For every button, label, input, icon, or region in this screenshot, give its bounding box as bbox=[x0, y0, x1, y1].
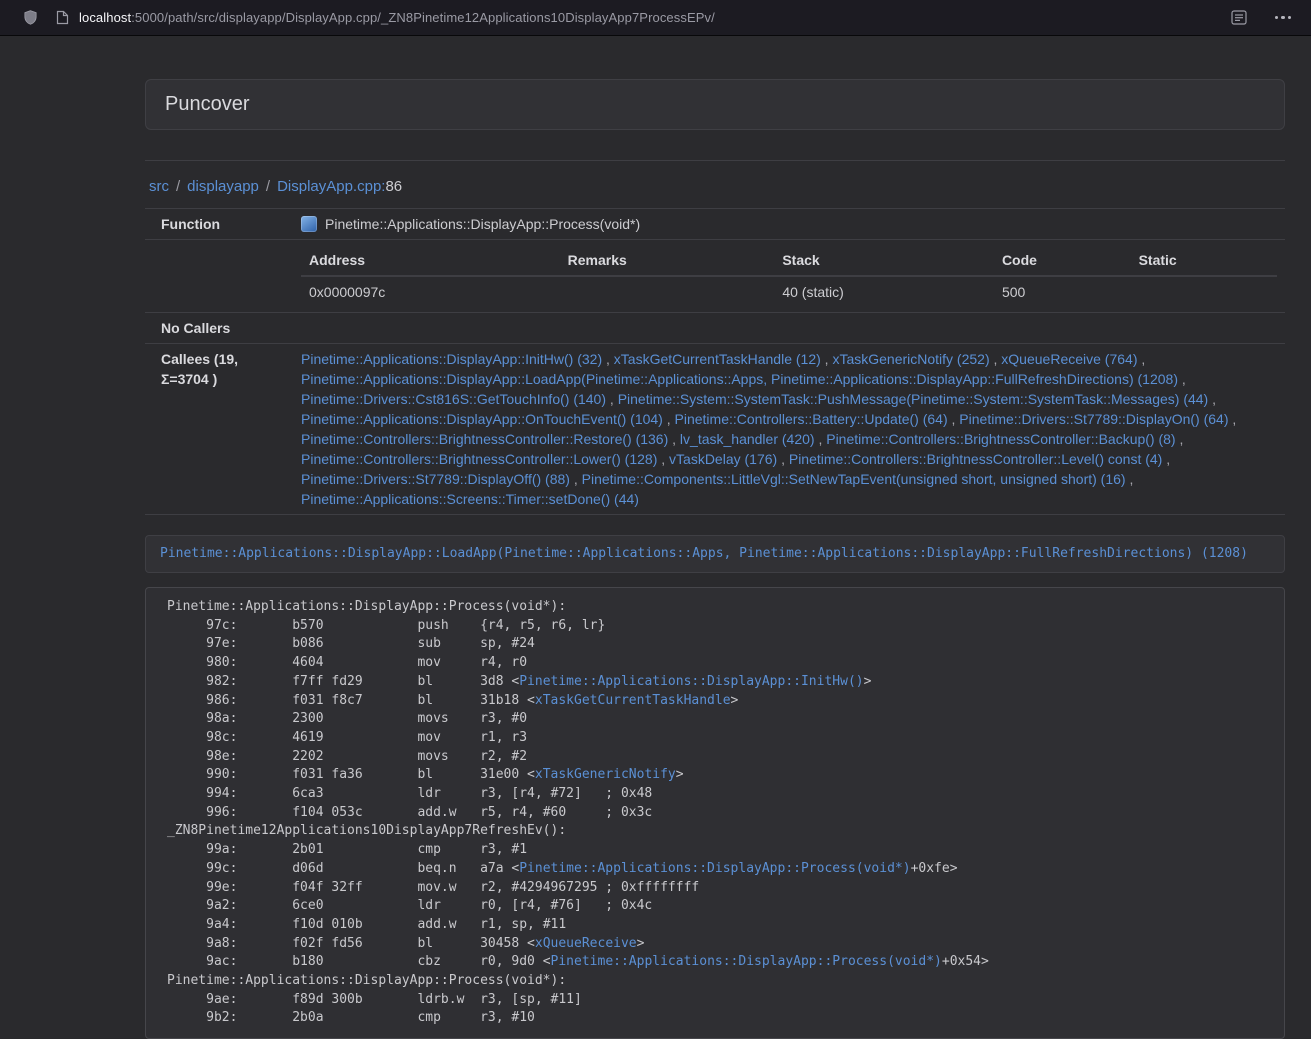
stats-row: Address Remarks Stack Code Static 0x0000… bbox=[145, 240, 1285, 313]
method-icon bbox=[301, 216, 317, 232]
callee-link[interactable]: Pinetime::Drivers::Cst816S::GetTouchInfo… bbox=[301, 391, 606, 407]
callee-separator: , bbox=[663, 411, 675, 427]
chrome-actions bbox=[1231, 10, 1296, 25]
stats-header-row: Address Remarks Stack Code Static bbox=[301, 245, 1277, 276]
callee-link[interactable]: Pinetime::Applications::Screens::Timer::… bbox=[301, 491, 639, 507]
url-bar[interactable]: localhost:5000/path/src/displayapp/Displ… bbox=[56, 10, 1215, 25]
callees-row: Callees (19, Σ=3704 ) Pinetime::Applicat… bbox=[145, 344, 1285, 515]
callee-separator: , bbox=[668, 431, 680, 447]
stats-code-value: 500 bbox=[994, 276, 1131, 307]
callee-link[interactable]: Pinetime::Controllers::BrightnessControl… bbox=[826, 431, 1175, 447]
stats-value-row: 0x0000097c 40 (static) 500 bbox=[301, 276, 1277, 307]
function-name: Pinetime::Applications::DisplayApp::Proc… bbox=[325, 214, 640, 234]
callee-link[interactable]: Pinetime::Controllers::Battery::Update()… bbox=[675, 411, 948, 427]
browser-chrome: localhost:5000/path/src/displayapp/Displ… bbox=[0, 0, 1311, 36]
disassembly-code: Pinetime::Applications::DisplayApp::Proc… bbox=[145, 587, 1285, 1039]
page-icon bbox=[56, 10, 69, 25]
callee-separator: , bbox=[657, 451, 669, 467]
function-table: Function Pinetime::Applications::Display… bbox=[145, 208, 1285, 515]
stats-address-value: 0x0000097c bbox=[301, 276, 560, 307]
callee-separator: , bbox=[1137, 351, 1145, 367]
callees-list: Pinetime::Applications::DisplayApp::Init… bbox=[301, 349, 1277, 509]
breadcrumb: src / displayapp / DisplayApp.cpp:86 bbox=[145, 161, 1285, 208]
stats-static-value bbox=[1131, 276, 1277, 307]
url-text: localhost:5000/path/src/displayapp/Displ… bbox=[79, 10, 715, 25]
callee-link[interactable]: xTaskGenericNotify (252) bbox=[832, 351, 989, 367]
function-label: Function bbox=[145, 209, 293, 240]
callee-separator: , bbox=[777, 451, 789, 467]
code-symbol-link[interactable]: xQueueReceive bbox=[535, 936, 637, 951]
callee-link[interactable]: lv_task_handler (420) bbox=[680, 431, 815, 447]
code-symbol-link[interactable]: xTaskGetCurrentTaskHandle bbox=[535, 693, 731, 708]
callee-separator: , bbox=[815, 431, 827, 447]
callee-link[interactable]: Pinetime::Controllers::BrightnessControl… bbox=[301, 451, 657, 467]
callee-separator: , bbox=[821, 351, 833, 367]
callee-separator: , bbox=[1178, 371, 1186, 387]
callee-separator: , bbox=[570, 471, 582, 487]
breadcrumb-separator: / bbox=[176, 178, 180, 195]
url-host: localhost bbox=[79, 10, 131, 25]
breadcrumb-link-src[interactable]: src bbox=[149, 178, 169, 195]
callee-separator: , bbox=[1176, 431, 1184, 447]
code-symbol-link[interactable]: Pinetime::Applications::DisplayApp::Proc… bbox=[551, 954, 942, 969]
overflow-menu-icon[interactable] bbox=[1273, 12, 1294, 24]
callee-separator: , bbox=[1229, 411, 1237, 427]
callee-link[interactable]: Pinetime::System::SystemTask::PushMessag… bbox=[618, 391, 1209, 407]
callee-link[interactable]: xTaskGetCurrentTaskHandle (12) bbox=[614, 351, 821, 367]
no-callers-row: No Callers bbox=[145, 313, 1285, 344]
code-symbol-link[interactable]: xTaskGenericNotify bbox=[535, 767, 676, 782]
stats-table: Address Remarks Stack Code Static 0x0000… bbox=[301, 245, 1277, 307]
stats-header-static: Static bbox=[1131, 245, 1277, 276]
callee-separator: , bbox=[602, 351, 614, 367]
symbol-panel-link[interactable]: Pinetime::Applications::DisplayApp::Load… bbox=[160, 546, 1248, 561]
no-callers-label: No Callers bbox=[145, 313, 293, 344]
breadcrumb-link-displayapp[interactable]: displayapp bbox=[187, 178, 259, 195]
callees-label: Callees (19, Σ=3704 ) bbox=[145, 344, 293, 515]
callee-link[interactable]: xQueueReceive (764) bbox=[1001, 351, 1137, 367]
callee-separator: , bbox=[990, 351, 1002, 367]
callee-separator: , bbox=[1126, 471, 1134, 487]
function-row: Function Pinetime::Applications::Display… bbox=[145, 209, 1285, 240]
stats-header-code: Code bbox=[994, 245, 1131, 276]
callee-link[interactable]: Pinetime::Applications::DisplayApp::OnTo… bbox=[301, 411, 663, 427]
callee-link[interactable]: Pinetime::Applications::DisplayApp::Init… bbox=[301, 351, 602, 367]
callee-link[interactable]: Pinetime::Controllers::BrightnessControl… bbox=[301, 431, 668, 447]
breadcrumb-line-number: 86 bbox=[385, 178, 402, 195]
stats-header-stack: Stack bbox=[774, 245, 994, 276]
main-content: Puncover src / displayapp / DisplayApp.cpp:8… bbox=[145, 79, 1285, 1039]
callee-separator: , bbox=[1208, 391, 1216, 407]
callee-link[interactable]: Pinetime::Drivers::St7789::DisplayOff() … bbox=[301, 471, 570, 487]
callee-link[interactable]: Pinetime::Drivers::St7789::DisplayOn() (… bbox=[959, 411, 1228, 427]
breadcrumb-link-file[interactable]: DisplayApp.cpp: bbox=[277, 178, 385, 195]
shield-icon[interactable] bbox=[22, 9, 39, 27]
callee-link[interactable]: Pinetime::Controllers::BrightnessControl… bbox=[789, 451, 1162, 467]
reader-view-icon[interactable] bbox=[1231, 10, 1247, 25]
callee-separator: , bbox=[948, 411, 960, 427]
callee-link[interactable]: vTaskDelay (176) bbox=[669, 451, 777, 467]
symbol-panel: Pinetime::Applications::DisplayApp::Load… bbox=[145, 535, 1285, 573]
callee-separator: , bbox=[606, 391, 618, 407]
stats-remarks-value bbox=[560, 276, 775, 307]
callee-separator: , bbox=[1162, 451, 1170, 467]
url-path: :5000/path/src/displayapp/DisplayApp.cpp… bbox=[131, 10, 715, 25]
stats-row-spacer bbox=[145, 240, 293, 313]
callee-link[interactable]: Pinetime::Applications::DisplayApp::Load… bbox=[301, 371, 1178, 387]
app-title[interactable]: Puncover bbox=[165, 93, 250, 115]
code-symbol-link[interactable]: Pinetime::Applications::DisplayApp::Proc… bbox=[519, 861, 910, 876]
app-title-panel: Puncover bbox=[145, 79, 1285, 130]
breadcrumb-separator: / bbox=[266, 178, 270, 195]
stats-header-address: Address bbox=[301, 245, 560, 276]
code-symbol-link[interactable]: Pinetime::Applications::DisplayApp::Init… bbox=[519, 674, 863, 689]
callee-link[interactable]: Pinetime::Components::LittleVgl::SetNewT… bbox=[582, 471, 1126, 487]
stats-stack-value: 40 (static) bbox=[774, 276, 994, 307]
stats-header-remarks: Remarks bbox=[560, 245, 775, 276]
